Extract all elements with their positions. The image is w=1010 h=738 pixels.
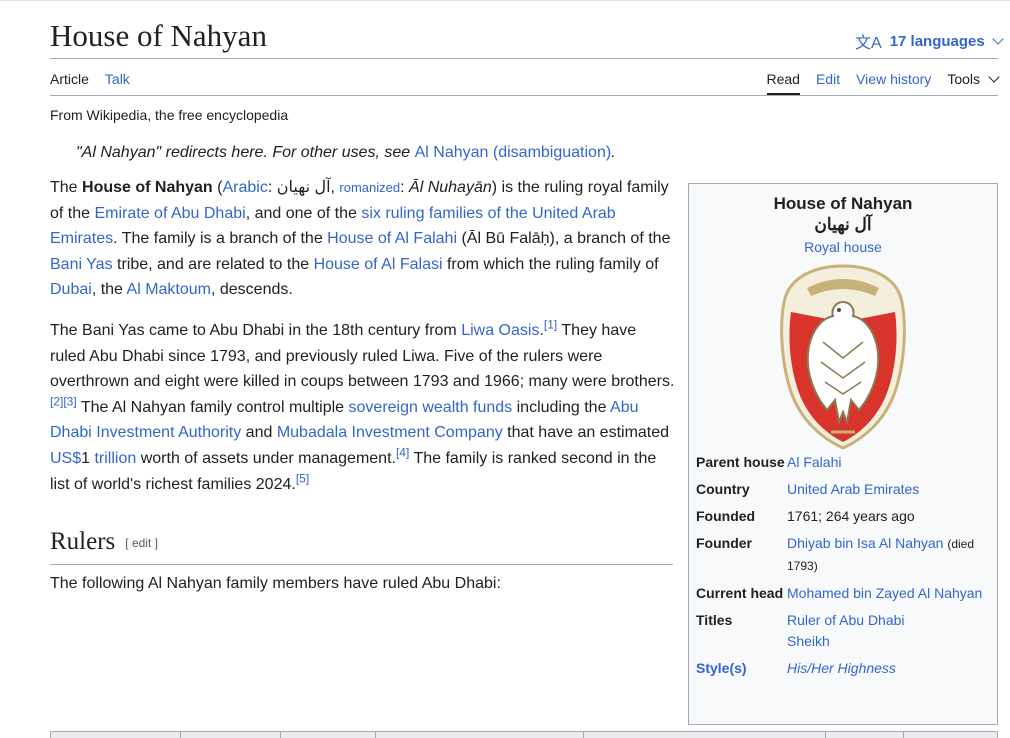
namespace-tabs: Article Talk (50, 71, 130, 87)
text: The Bani Yas came to Abu Dhabi in the 18… (50, 321, 462, 339)
infobox-row: Titles Ruler of Abu Dhabi Sheikh (696, 610, 991, 652)
chevron-down-icon (992, 32, 1004, 45)
intro-paragraph: The House of Nahyan (Arabic: آل نهيان, r… (50, 175, 675, 303)
citation-link[interactable]: [1] (544, 318, 557, 332)
citation-link[interactable]: [3] (63, 394, 76, 408)
citation-link[interactable]: [4] (396, 446, 409, 460)
row-label: Parent house (696, 454, 785, 470)
text: The Al Nahyan family control multiple (76, 398, 349, 416)
tools-label: Tools (947, 71, 980, 87)
text: . The family is a branch of the (113, 230, 328, 248)
row-link[interactable]: Dhiyab bin Isa Al Nahyan (787, 535, 943, 551)
text: worth of assets under management. (136, 449, 396, 467)
view-tabs: Read Edit View history Tools (766, 70, 1000, 95)
history-paragraph: The Bani Yas came to Abu Dhabi in the 18… (50, 318, 675, 497)
romanized-name: Āl Nuhayān (409, 179, 492, 196)
link-bani-yas[interactable]: Bani Yas (50, 256, 113, 273)
text: , descends. (210, 281, 293, 299)
section-edit-link[interactable]: [ edit ] (125, 536, 158, 550)
link-liwa-oasis[interactable]: Liwa Oasis (461, 322, 539, 339)
row-label-link[interactable]: Style(s) (696, 658, 787, 679)
infobox-row: Current head Mohamed bin Zayed Al Nahyan (696, 583, 991, 604)
heading-text: Rulers (50, 528, 116, 555)
language-selector[interactable]: 文A 17 languages (855, 29, 1004, 53)
language-count: 17 languages (889, 32, 985, 50)
hatnote-link[interactable]: Al Nahyan (disambiguation) (415, 144, 612, 161)
row-label: Founder (696, 535, 752, 551)
rulers-intro: The following Al Nahyan family members h… (50, 575, 501, 592)
row-link[interactable]: Sheikh (787, 633, 830, 649)
hatnote-suffix: . (611, 144, 616, 161)
infobox-row: Founder Dhiyab bin Isa Al Nahyan (died 1… (696, 533, 991, 577)
link-trillion[interactable]: trillion (94, 450, 136, 467)
title-divider (50, 58, 998, 59)
chevron-down-icon (988, 70, 1000, 83)
row-link[interactable]: United Arab Emirates (787, 481, 919, 497)
row-link[interactable]: Mohamed bin Zayed Al Nahyan (787, 585, 982, 601)
text: (Āl Bū Falāḥ), a branch of the (457, 230, 671, 248)
link-sovereign-wealth-funds[interactable]: sovereign wealth funds (349, 399, 513, 416)
link-mubadala[interactable]: Mubadala Investment Company (277, 424, 503, 441)
text: including the (512, 398, 611, 416)
link-house-al-falahi[interactable]: House of Al Falahi (327, 230, 457, 247)
text: 1 (81, 449, 95, 467)
infobox-arabic-name: آل نهيان (814, 215, 872, 234)
text: , the (91, 281, 127, 299)
romanized-link[interactable]: romanized (339, 180, 400, 195)
hatnote: "Al Nahyan" redirects here. For other us… (76, 144, 616, 162)
link-al-maktoum[interactable]: Al Maktoum (127, 281, 211, 298)
row-link[interactable]: His/Her Highness (787, 660, 896, 676)
text: from which the ruling family of (442, 255, 659, 273)
hatnote-text: "Al Nahyan" redirects here. For other us… (76, 144, 415, 161)
citation-link[interactable]: [2] (50, 394, 63, 408)
row-link[interactable]: Ruler of Abu Dhabi (787, 612, 905, 628)
article-subject: House of Nahyan (82, 179, 213, 196)
infobox-row: Founded 1761; 264 years ago (696, 506, 991, 527)
text: : (400, 179, 410, 196)
tab-edit[interactable]: Edit (816, 71, 840, 87)
falcon-emblem-icon (780, 264, 906, 450)
translate-icon: 文A (855, 35, 882, 52)
site-tagline: From Wikipedia, the free encyclopedia (50, 107, 289, 123)
text: : آل نهيان, (267, 179, 340, 196)
row-label: Current head (696, 585, 784, 601)
tab-article[interactable]: Article (50, 71, 89, 87)
text: and (241, 424, 277, 442)
tabs-divider (50, 95, 998, 96)
row-value: 1761; 264 years ago (787, 508, 915, 524)
infobox-row: Parent house Al Falahi (696, 452, 991, 473)
section-divider (50, 564, 673, 565)
infobox: House of Nahyan آل نهيان Royal house Par… (688, 183, 998, 725)
top-border (0, 0, 1010, 1)
link-dubai[interactable]: Dubai (50, 281, 92, 298)
section-heading-rulers: Rulers [ edit ] (50, 528, 158, 556)
infobox-rows: Parent house Al Falahi Country United Ar… (696, 452, 991, 685)
row-label: Titles (696, 612, 733, 628)
tab-view-history[interactable]: View history (856, 71, 931, 87)
arabic-link[interactable]: Arabic (222, 179, 267, 196)
row-label: Country (696, 481, 750, 497)
article-body: The House of Nahyan (Arabic: آل نهيان, r… (50, 175, 675, 512)
row-label: Founded (696, 508, 756, 524)
infobox-row: Country United Arab Emirates (696, 479, 991, 500)
row-link[interactable]: Al Falahi (787, 454, 841, 470)
tab-talk[interactable]: Talk (105, 71, 130, 87)
tab-read[interactable]: Read (766, 71, 800, 95)
infobox-subtitle-link[interactable]: Royal house (804, 239, 882, 255)
text: tribe, and are related to the (112, 255, 314, 273)
page-title: House of Nahyan (50, 18, 267, 53)
citation-link[interactable]: [5] (296, 471, 309, 485)
link-house-al-falasi[interactable]: House of Al Falasi (314, 256, 443, 273)
infobox-title: House of Nahyan (773, 194, 913, 213)
text: that have an estimated (502, 424, 670, 442)
text: , and one of the (245, 204, 362, 222)
link-emirate-abu-dhabi[interactable]: Emirate of Abu Dhabi (94, 205, 245, 222)
infobox-row: Style(s) His/Her Highness (696, 658, 991, 679)
tools-menu[interactable]: Tools (947, 70, 1000, 87)
link-usd[interactable]: US$ (50, 450, 81, 467)
text: The (50, 179, 83, 196)
